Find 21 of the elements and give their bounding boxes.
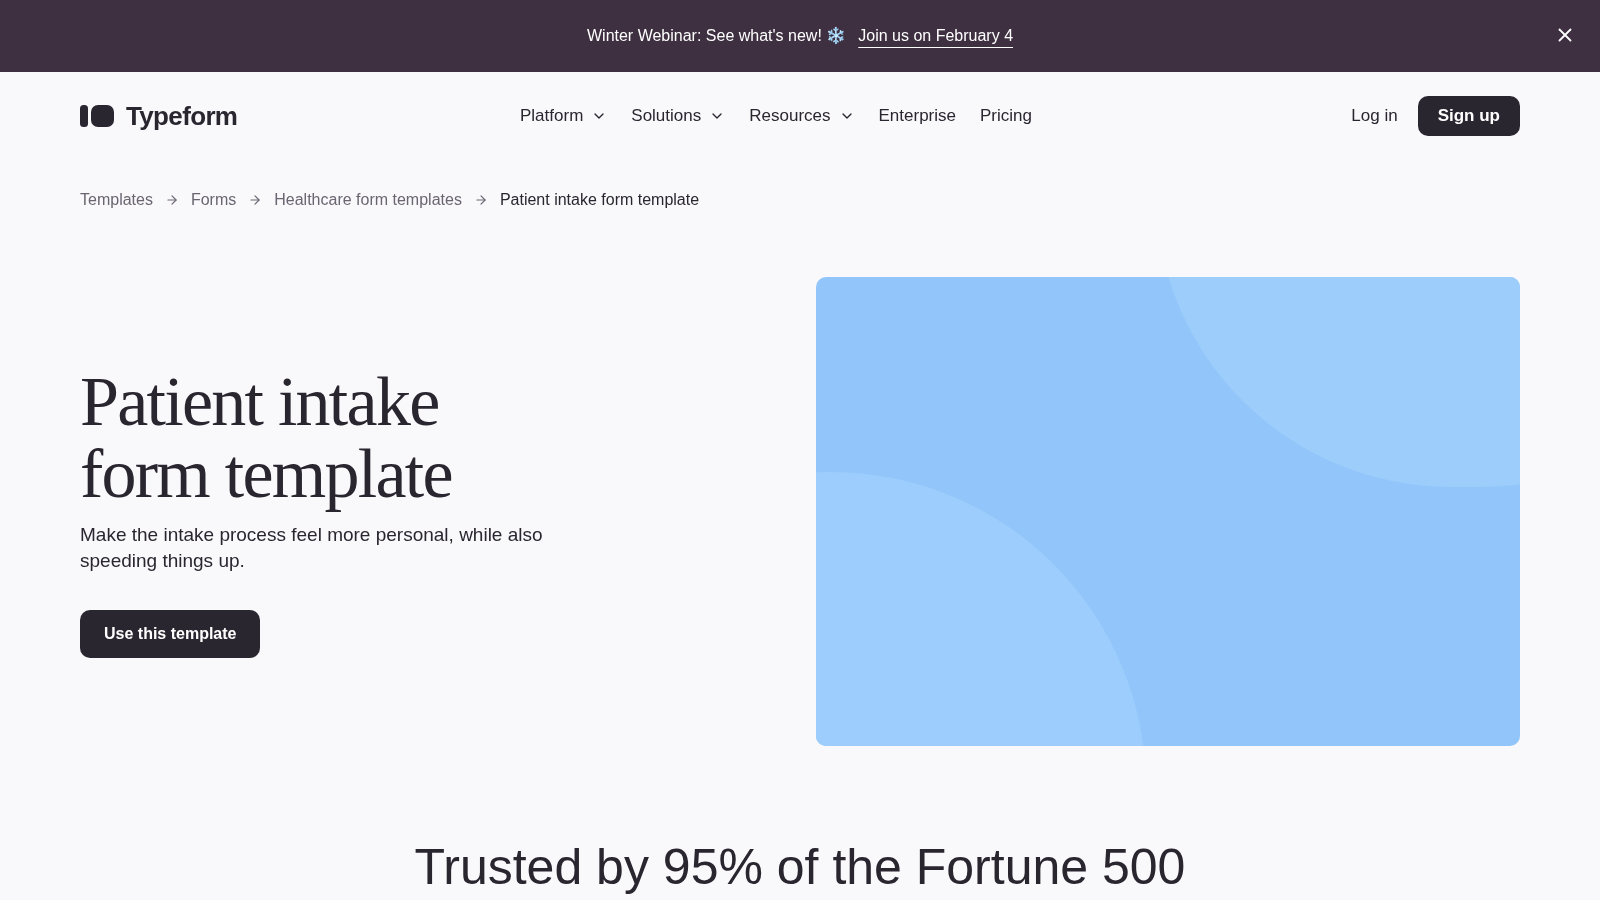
nav-menu[interactable]: Solutions	[631, 103, 726, 129]
hero-subtitle: Make the intake process feel more personal, while also speeding things up.	[80, 522, 544, 573]
nav-link[interactable]: Pricing	[980, 103, 1032, 129]
nav-link[interactable]: Enterprise	[878, 103, 956, 129]
breadcrumb-link[interactable]: Templates	[80, 188, 153, 212]
signup-button[interactable]: Sign up	[1417, 96, 1520, 136]
logo-icon	[80, 105, 114, 127]
hero-title: Patient intake form template	[80, 365, 453, 510]
nav-menu[interactable]: Platform	[520, 103, 608, 129]
login-link[interactable]: Log in	[1351, 103, 1398, 129]
banner-link[interactable]: Join us on February 4	[858, 24, 1014, 48]
banner-text: Winter Webinar: See what's new! ❄	[586, 26, 847, 46]
breadcrumb-link[interactable]: Patient intake form template	[499, 188, 700, 212]
nav-menu[interactable]: Resources	[749, 103, 855, 129]
trusted-heading: Trusted by 95% of the Fortune 500	[414, 838, 1186, 896]
breadcrumb-link[interactable]: Forms	[190, 188, 237, 212]
brand-name: Typeform	[126, 99, 238, 133]
arrow-right-icon	[473, 193, 488, 207]
breadcrumb-link[interactable]: Healthcare form templates	[274, 188, 462, 212]
arrow-right-icon	[164, 193, 179, 207]
use-template-button[interactable]: Use this template	[80, 609, 261, 658]
